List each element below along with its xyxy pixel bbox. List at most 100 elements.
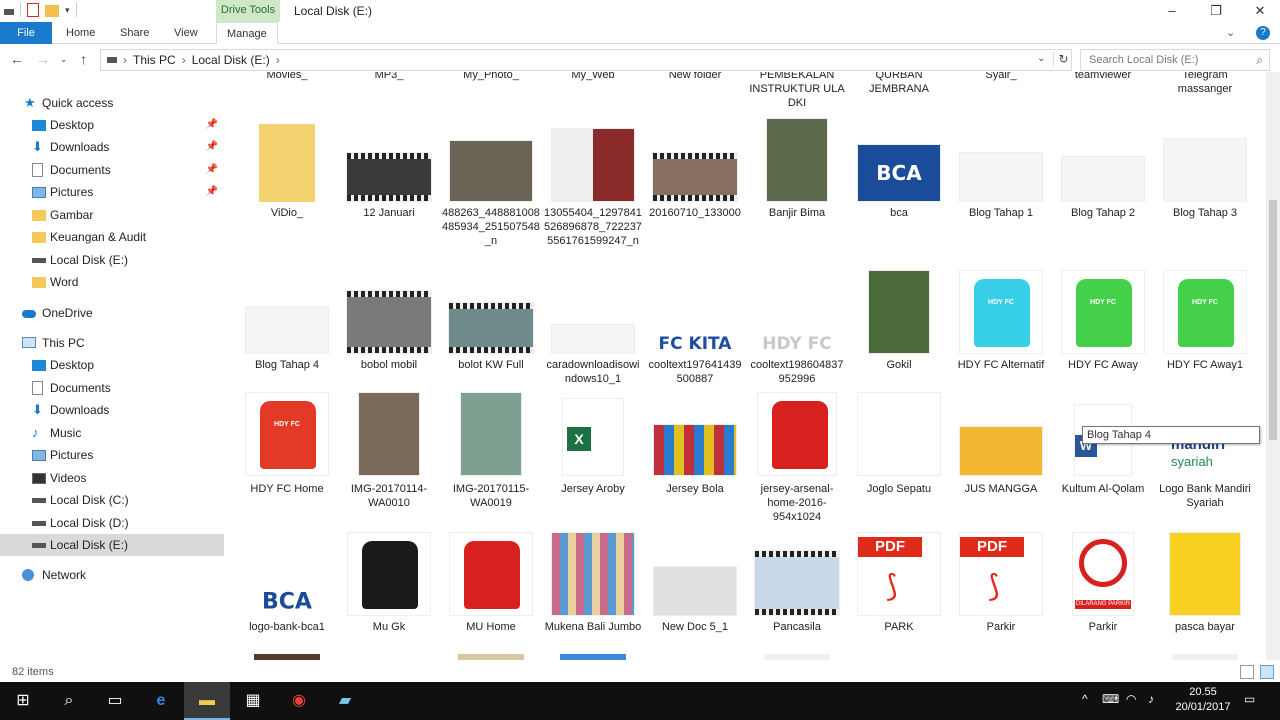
pin-icon[interactable]: 📌 (206, 181, 218, 203)
search-icon[interactable]: ⌕ (46, 682, 92, 720)
file-list: Movies_ MP3_ My_Photo_ My_Web New folder PEMB… (230, 72, 1266, 660)
drive-icon (32, 258, 46, 263)
image-thumbnail (551, 128, 635, 202)
edge-icon[interactable]: e (138, 682, 184, 720)
tab-home[interactable]: Home (56, 22, 105, 44)
file-explorer-icon[interactable]: ▬ (184, 682, 230, 720)
nav-quick-gambar[interactable]: Gambar (0, 204, 224, 226)
search-input[interactable]: Search Local Disk (E:) (1089, 54, 1198, 66)
tab-manage[interactable]: Manage (216, 22, 278, 44)
large-icons-view-icon[interactable] (1260, 665, 1274, 679)
up-arrow-icon[interactable]: ↑ (80, 51, 87, 67)
image-thumbnail[interactable] (560, 654, 626, 660)
file-name: MP3_ (374, 72, 404, 81)
help-icon[interactable]: ? (1256, 26, 1270, 40)
pictures-icon (32, 450, 46, 461)
new-folder-icon[interactable] (45, 5, 59, 17)
file-name: Telegram massanger (1177, 72, 1233, 95)
nav-pc-videos[interactable]: Videos (0, 467, 224, 489)
nav-pc-downloads[interactable]: ⬇ Downloads (0, 399, 224, 421)
nav-pc-local-disk-e[interactable]: Local Disk (E:) (0, 534, 224, 556)
breadcrumb-this-pc[interactable]: This PC (133, 53, 176, 67)
video-thumbnail (448, 302, 534, 354)
refresh-icon[interactable]: ↻ (1053, 52, 1073, 66)
documents-icon (32, 163, 43, 177)
nav-quick-keuangan[interactable]: Keuangan & Audit (0, 226, 224, 248)
start-button[interactable]: ⊞ (0, 682, 46, 720)
minimize-button[interactable]: – (1150, 1, 1194, 21)
drive-icon[interactable] (4, 9, 14, 15)
nav-pc-music[interactable]: ♪ Music (0, 422, 224, 444)
app-icon[interactable]: ▰ (322, 682, 368, 720)
nav-quick-pictures[interactable]: Pictures 📌 (0, 181, 224, 203)
image-thumbnail[interactable] (1172, 654, 1238, 660)
nav-pc-local-disk-c[interactable]: Local Disk (C:) (0, 489, 224, 511)
nav-quick-local-disk-e[interactable]: Local Disk (E:) (0, 249, 224, 271)
desktop-icon (32, 120, 46, 131)
task-view-icon[interactable]: ▭ (92, 682, 138, 720)
nav-network[interactable]: Network (0, 564, 224, 586)
jersey-thumbnail: HDY FC (959, 270, 1043, 354)
close-button[interactable]: ✕ (1238, 1, 1280, 21)
jersey-shape (464, 541, 520, 609)
file-name: HDY FC Alternatif (957, 359, 1045, 371)
documents-icon (32, 381, 43, 395)
image-thumbnail[interactable] (458, 654, 524, 660)
file-name: IMG-20170114-WA0010 (350, 483, 428, 509)
file-name: teamviewer (1074, 72, 1132, 81)
clock[interactable]: 20.55 20/01/2017 (1166, 685, 1240, 715)
volume-icon[interactable]: ♪ (1148, 692, 1154, 706)
nav-quick-downloads[interactable]: ⬇ Downloads 📌 (0, 136, 224, 158)
maximize-button[interactable]: ❐ (1194, 1, 1238, 21)
action-center-icon[interactable]: ▭ (1244, 692, 1255, 706)
image-thumbnail[interactable] (254, 654, 320, 660)
recent-locations-icon[interactable]: ⌄ (60, 54, 68, 65)
chrome-icon[interactable]: ◉ (276, 682, 322, 720)
properties-icon[interactable] (27, 3, 39, 17)
wifi-icon[interactable]: ◠ (1126, 692, 1136, 706)
file-name: 12 Januari (363, 207, 415, 219)
tab-view[interactable]: View (164, 22, 208, 44)
vertical-scrollbar[interactable] (1266, 72, 1280, 660)
details-view-icon[interactable] (1240, 665, 1254, 679)
store-icon[interactable]: ▦ (230, 682, 276, 720)
file-name: Gokil (886, 359, 912, 371)
video-thumbnail (754, 550, 840, 616)
forward-arrow-icon[interactable]: → (36, 51, 50, 67)
nav-quick-access[interactable]: ★ Quick access (0, 92, 224, 114)
pin-icon[interactable]: 📌 (206, 159, 218, 181)
nav-quick-word[interactable]: Word (0, 271, 224, 293)
search-box[interactable]: Search Local Disk (E:) ⌕ (1080, 49, 1270, 71)
nav-pc-documents[interactable]: Documents (0, 377, 224, 399)
nav-onedrive[interactable]: OneDrive (0, 302, 224, 324)
nav-quick-documents[interactable]: Documents 📌 (0, 159, 224, 181)
pin-icon[interactable]: 📌 (206, 136, 218, 158)
address-bar[interactable]: › This PC › Local Disk (E:) › ⌄ ↻ (100, 49, 1072, 71)
customize-toolbar-icon[interactable]: ▾ (65, 5, 70, 16)
nav-quick-desktop[interactable]: Desktop 📌 (0, 114, 224, 136)
nav-pc-desktop[interactable]: Desktop (0, 354, 224, 376)
back-arrow-icon[interactable]: ← (10, 51, 24, 67)
jersey-shape (1178, 279, 1234, 347)
drive-tools-label: Drive Tools (216, 0, 280, 22)
language-icon[interactable]: ⌨ (1102, 692, 1119, 706)
tab-share[interactable]: Share (110, 22, 159, 44)
scrollbar-thumb[interactable] (1269, 200, 1277, 440)
nav-pc-local-disk-d[interactable]: Local Disk (D:) (0, 512, 224, 534)
image-thumbnail[interactable] (764, 654, 830, 660)
nav-this-pc[interactable]: This PC (0, 332, 224, 354)
breadcrumb-local-disk-e[interactable]: Local Disk (E:) (192, 53, 270, 67)
ribbon-expand-button[interactable]: ⌄ (1226, 26, 1235, 39)
address-dropdown-icon[interactable]: ⌄ (1037, 53, 1045, 64)
star-icon: ★ (24, 95, 36, 110)
file-name: pasca bayar (1175, 621, 1235, 633)
show-hidden-icons[interactable]: ^ (1082, 692, 1088, 706)
tab-file[interactable]: File (0, 22, 52, 44)
search-icon[interactable]: ⌕ (1256, 53, 1263, 68)
acrobat-symbol: ⟆ (886, 570, 898, 603)
image-thumbnail (959, 152, 1043, 202)
pin-icon[interactable]: 📌 (206, 114, 218, 136)
videos-icon (32, 473, 46, 484)
nav-pc-pictures[interactable]: Pictures (0, 444, 224, 466)
file-name: bobol mobil (360, 359, 418, 371)
